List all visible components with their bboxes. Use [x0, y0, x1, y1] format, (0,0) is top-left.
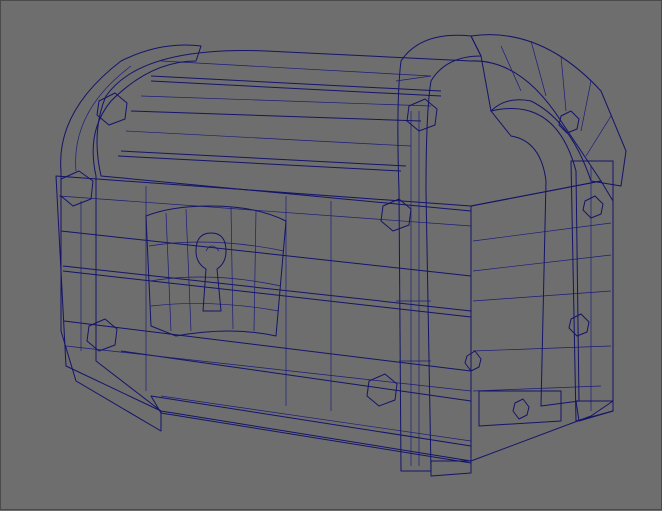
chest-side-face	[470, 180, 614, 462]
side-arch-band	[470, 34, 627, 427]
rivet-icon	[406, 98, 438, 132]
keyhole	[195, 232, 227, 312]
right-metal-band	[395, 34, 482, 472]
rivet-icon	[512, 398, 530, 420]
rivet-icon	[582, 195, 604, 219]
rivet-icon	[464, 350, 482, 372]
chest-base	[150, 395, 614, 477]
lock-plate	[145, 205, 287, 337]
3d-viewport[interactable]	[0, 0, 662, 510]
rivet-icon	[86, 318, 118, 352]
treasure-chest-model[interactable]	[1, 1, 662, 511]
chest-lid	[96, 50, 602, 212]
chest-front-face	[55, 175, 472, 462]
rivet-icon	[568, 313, 590, 337]
